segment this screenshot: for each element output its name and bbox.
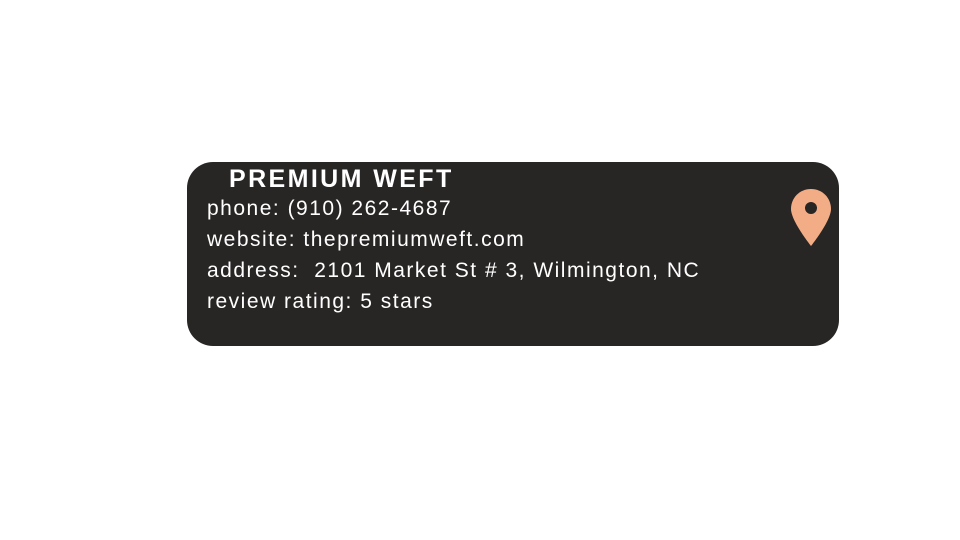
website-text: website: thepremiumweft.com [207,228,526,251]
pin-dot [805,202,817,214]
business-card: PREMIUM WEFT phone: (910) 262-4687 websi… [187,162,839,346]
business-details: phone: (910) 262-4687 website: thepremiu… [207,193,700,317]
business-name: PREMIUM WEFT [229,165,454,193]
review-rating-text: review rating: 5 stars [207,290,434,313]
phone-text: phone: (910) 262-4687 [207,197,453,220]
address-text: address: 2101 Market St # 3, Wilmington,… [207,259,701,282]
map-pin-icon [791,189,831,246]
pin-body [791,189,831,246]
